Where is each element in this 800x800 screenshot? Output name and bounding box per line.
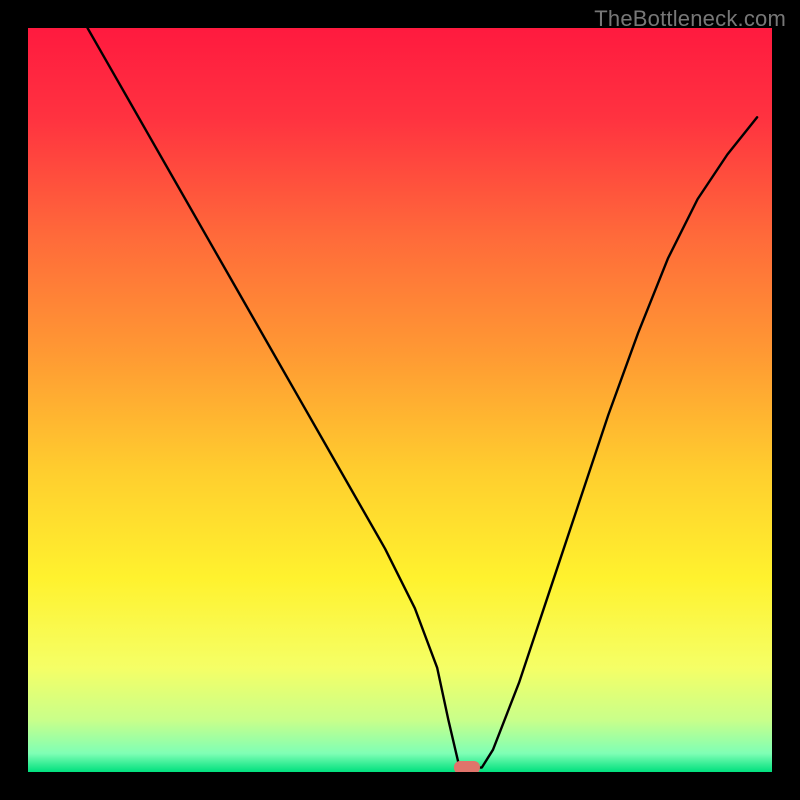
bottleneck-chart-svg xyxy=(28,28,772,772)
optimum-marker xyxy=(454,761,480,772)
chart-frame: TheBottleneck.com xyxy=(0,0,800,800)
plot-area xyxy=(28,28,772,772)
chart-background-gradient xyxy=(28,28,772,772)
watermark-text: TheBottleneck.com xyxy=(594,6,786,32)
